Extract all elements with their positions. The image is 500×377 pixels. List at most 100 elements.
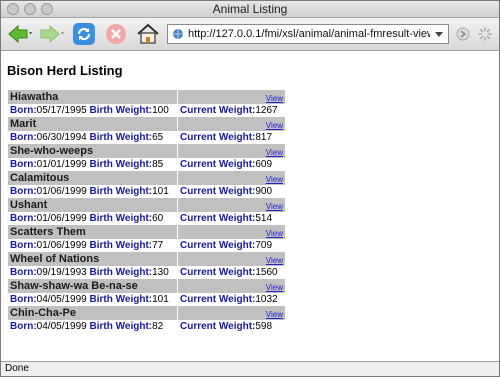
birth-weight-label: Birth Weight: <box>89 213 153 224</box>
current-weight-label: Current Weight: <box>180 294 256 305</box>
view-cell: View <box>178 198 285 212</box>
current-weight-cell: Current Weight:1560 <box>178 266 285 279</box>
animal-data-row: Born:06/30/1994 Birth Weight:65 Current W… <box>8 131 285 144</box>
birth-weight-label: Birth Weight: <box>89 132 153 143</box>
reload-icon <box>73 23 95 45</box>
birth-weight-label: Birth Weight: <box>89 267 153 278</box>
born-value: 04/05/1999 <box>36 294 87 305</box>
animal-name: Calamitous <box>8 171 177 185</box>
born-value: 06/30/1994 <box>36 132 87 143</box>
view-link[interactable]: View <box>266 121 283 130</box>
home-icon <box>137 23 159 44</box>
current-weight-cell: Current Weight:709 <box>178 239 285 252</box>
birth-weight-label: Birth Weight: <box>89 294 153 305</box>
view-cell: View <box>178 279 285 293</box>
stop-button[interactable] <box>103 21 129 47</box>
current-weight-cell: Current Weight:1267 <box>178 104 285 117</box>
view-link[interactable]: View <box>266 283 283 292</box>
animal-name-row: She-who-weeps View <box>8 144 285 158</box>
current-weight-cell: Current Weight:900 <box>178 185 285 198</box>
current-weight-label: Current Weight: <box>180 159 256 170</box>
current-weight-label: Current Weight: <box>180 132 256 143</box>
view-cell: View <box>178 144 285 158</box>
animal-name: She-who-weeps <box>8 144 177 158</box>
view-link[interactable]: View <box>266 310 283 319</box>
title-bar: Animal Listing <box>1 1 499 18</box>
born-label: Born: <box>10 105 37 116</box>
url-text: http://127.0.0.1/fmi/xsl/animal/animal-f… <box>188 28 430 40</box>
animal-name-row: Ushant View <box>8 198 285 212</box>
current-weight-cell: Current Weight:514 <box>178 212 285 225</box>
spinner-icon <box>478 27 492 41</box>
view-cell: View <box>178 252 285 266</box>
current-weight-label: Current Weight: <box>180 186 256 197</box>
current-weight-cell: Current Weight:1032 <box>178 293 285 306</box>
view-link[interactable]: View <box>266 94 283 103</box>
animal-name: Scatters Them <box>8 225 177 239</box>
address-bar[interactable]: http://127.0.0.1/fmi/xsl/animal/animal-f… <box>167 24 449 44</box>
birth-info-cell: Born:04/05/1999 Birth Weight:101 <box>8 293 177 306</box>
animal-name: Wheel of Nations <box>8 252 177 266</box>
back-button[interactable] <box>7 21 33 47</box>
current-weight-value: 609 <box>255 159 273 170</box>
animal-data-row: Born:01/01/1999 Birth Weight:85 Current W… <box>8 158 285 171</box>
birth-info-cell: Born:01/06/1999 Birth Weight:60 <box>8 212 177 225</box>
birth-info-cell: Born:01/06/1999 Birth Weight:77 <box>8 239 177 252</box>
animal-name: Shaw-shaw-wa Be-na-se <box>8 279 177 293</box>
current-weight-label: Current Weight: <box>180 240 256 251</box>
current-weight-value: 598 <box>255 321 273 332</box>
animal-data-row: Born:04/05/1999 Birth Weight:101 Current … <box>8 293 285 306</box>
current-weight-value: 1267 <box>255 105 278 116</box>
animal-data-row: Born:04/05/1999 Birth Weight:82 Current W… <box>8 320 285 333</box>
born-label: Born: <box>10 267 37 278</box>
animal-name: Marit <box>8 117 177 131</box>
animal-name-row: Wheel of Nations View <box>8 252 285 266</box>
animal-name-row: Scatters Them View <box>8 225 285 239</box>
view-cell: View <box>178 90 285 104</box>
born-value: 04/05/1999 <box>36 321 87 332</box>
born-value: 01/06/1999 <box>36 213 87 224</box>
view-link[interactable]: View <box>266 148 283 157</box>
window-title: Animal Listing <box>212 2 288 16</box>
birth-weight-value: 130 <box>152 267 169 278</box>
birth-info-cell: Born:06/30/1994 Birth Weight:65 <box>8 131 177 144</box>
born-label: Born: <box>10 159 37 170</box>
birth-info-cell: Born:01/01/1999 Birth Weight:85 <box>8 158 177 171</box>
born-label: Born: <box>10 240 37 251</box>
birth-weight-value: 101 <box>152 186 169 197</box>
born-value: 09/19/1993 <box>36 267 87 278</box>
reload-button[interactable] <box>71 21 97 47</box>
birth-info-cell: Born:01/06/1999 Birth Weight:101 <box>8 185 177 198</box>
born-label: Born: <box>10 132 37 143</box>
animal-name-row: Hiawatha View <box>8 90 285 104</box>
born-value: 05/17/1995 <box>36 105 87 116</box>
animal-name-row: Marit View <box>8 117 285 131</box>
view-cell: View <box>178 171 285 185</box>
home-button[interactable] <box>135 21 161 47</box>
animal-name-row: Shaw-shaw-wa Be-na-se View <box>8 279 285 293</box>
animal-data-row: Born:01/06/1999 Birth Weight:60 Current W… <box>8 212 285 225</box>
view-link[interactable]: View <box>266 175 283 184</box>
view-link[interactable]: View <box>266 229 283 238</box>
animal-name: Chin-Cha-Pe <box>8 306 177 320</box>
page-title: Bison Herd Listing <box>7 63 123 78</box>
animal-name-row: Calamitous View <box>8 171 285 185</box>
birth-info-cell: Born:05/17/1995 Birth Weight:100 <box>8 104 177 117</box>
go-button[interactable] <box>455 21 471 47</box>
animal-data-row: Born:01/06/1999 Birth Weight:77 Current W… <box>8 239 285 252</box>
go-icon <box>456 27 470 41</box>
birth-weight-value: 82 <box>152 321 164 332</box>
view-cell: View <box>178 306 285 320</box>
view-link[interactable]: View <box>266 202 283 211</box>
birth-info-cell: Born:04/05/1999 Birth Weight:82 <box>8 320 177 333</box>
current-weight-value: 1560 <box>255 267 278 278</box>
animal-name: Ushant <box>8 198 177 212</box>
forward-arrow-icon <box>40 24 64 44</box>
browser-window: Animal Listing http://127.0.0.1/fmi/xsl/… <box>0 0 500 377</box>
dropdown-icon[interactable] <box>434 29 444 39</box>
current-weight-cell: Current Weight:817 <box>178 131 285 144</box>
forward-button[interactable] <box>39 21 65 47</box>
view-link[interactable]: View <box>266 256 283 265</box>
born-value: 01/01/1999 <box>36 159 87 170</box>
birth-info-cell: Born:09/19/1993 Birth Weight:130 <box>8 266 177 279</box>
